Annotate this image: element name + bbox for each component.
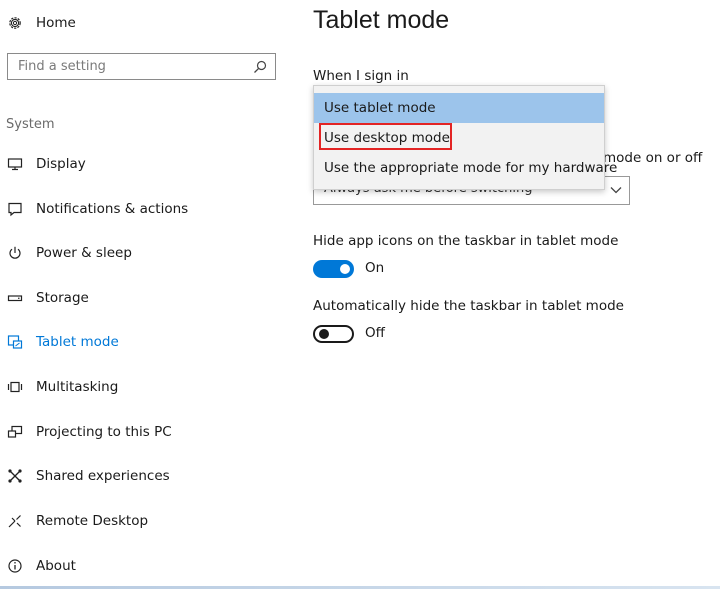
- home-link[interactable]: Home: [7, 12, 76, 34]
- power-icon: [9, 246, 21, 259]
- sidebar-item-power-sleep[interactable]: Power & sleep: [7, 242, 132, 264]
- multitasking-icon: [7, 381, 23, 393]
- remote-desktop-icon: [8, 515, 21, 528]
- hide-icons-label: Hide app icons on the taskbar in tablet …: [313, 233, 619, 249]
- shared-experiences-icon: [8, 469, 22, 483]
- gear-icon: [9, 17, 21, 29]
- sidebar-item-tablet-mode[interactable]: Tablet mode: [7, 331, 119, 353]
- settings-sidebar: Home System Display Notifications & acti…: [0, 0, 290, 589]
- sidebar-item-label: Remote Desktop: [36, 513, 149, 529]
- sidebar-item-display[interactable]: Display: [7, 153, 86, 175]
- monitor-icon: [7, 158, 23, 171]
- auto-hide-state: Off: [365, 325, 385, 341]
- projecting-icon: [7, 425, 23, 438]
- dropdown-option-tablet-mode[interactable]: Use tablet mode: [314, 93, 604, 123]
- auto-hide-label: Automatically hide the taskbar in tablet…: [313, 298, 624, 314]
- tablet-mode-icon: [7, 335, 23, 349]
- sidebar-item-label: Display: [36, 156, 86, 172]
- dropdown-option-appropriate-mode[interactable]: Use the appropriate mode for my hardware: [314, 153, 617, 183]
- sidebar-item-label: Shared experiences: [36, 468, 170, 484]
- sidebar-item-about[interactable]: About: [7, 555, 76, 577]
- sidebar-item-projecting[interactable]: Projecting to this PC: [7, 421, 172, 443]
- sidebar-item-storage[interactable]: Storage: [7, 287, 89, 309]
- sidebar-item-label: About: [36, 558, 76, 574]
- tablet-mode-settings-page: Tablet mode When I sign in mode on or of…: [313, 0, 713, 589]
- sidebar-item-label: Storage: [36, 290, 89, 306]
- home-label: Home: [36, 15, 76, 31]
- sidebar-item-label: Tablet mode: [36, 334, 119, 350]
- info-icon: [8, 559, 22, 573]
- sign-in-mode-dropdown[interactable]: Use tablet mode Use desktop mode Use the…: [313, 85, 617, 190]
- search-icon[interactable]: [252, 59, 268, 75]
- search-input[interactable]: [18, 59, 252, 74]
- sidebar-item-shared-experiences[interactable]: Shared experiences: [7, 465, 170, 487]
- hide-icons-toggle[interactable]: [313, 260, 354, 278]
- sign-in-label: When I sign in: [313, 68, 409, 84]
- notification-icon: [8, 202, 22, 217]
- switch-mode-label: mode on or off: [603, 150, 703, 166]
- sidebar-item-label: Multitasking: [36, 379, 119, 395]
- sidebar-item-remote-desktop[interactable]: Remote Desktop: [7, 510, 148, 532]
- sidebar-item-label: Power & sleep: [36, 245, 132, 261]
- sidebar-item-multitasking[interactable]: Multitasking: [7, 376, 118, 398]
- red-highlight-box: [319, 123, 452, 150]
- sidebar-item-label: Projecting to this PC: [36, 424, 172, 440]
- search-box[interactable]: [7, 53, 276, 80]
- page-title: Tablet mode: [313, 6, 450, 34]
- auto-hide-toggle[interactable]: [313, 325, 354, 343]
- hide-icons-state: On: [365, 260, 385, 276]
- toggle-knob: [340, 264, 350, 274]
- storage-icon: [7, 295, 23, 302]
- toggle-knob: [319, 329, 329, 339]
- sidebar-item-label: Notifications & actions: [36, 201, 189, 217]
- sidebar-item-notifications[interactable]: Notifications & actions: [7, 198, 188, 220]
- section-label-system: System: [6, 117, 55, 132]
- chevron-down-icon: [610, 187, 622, 194]
